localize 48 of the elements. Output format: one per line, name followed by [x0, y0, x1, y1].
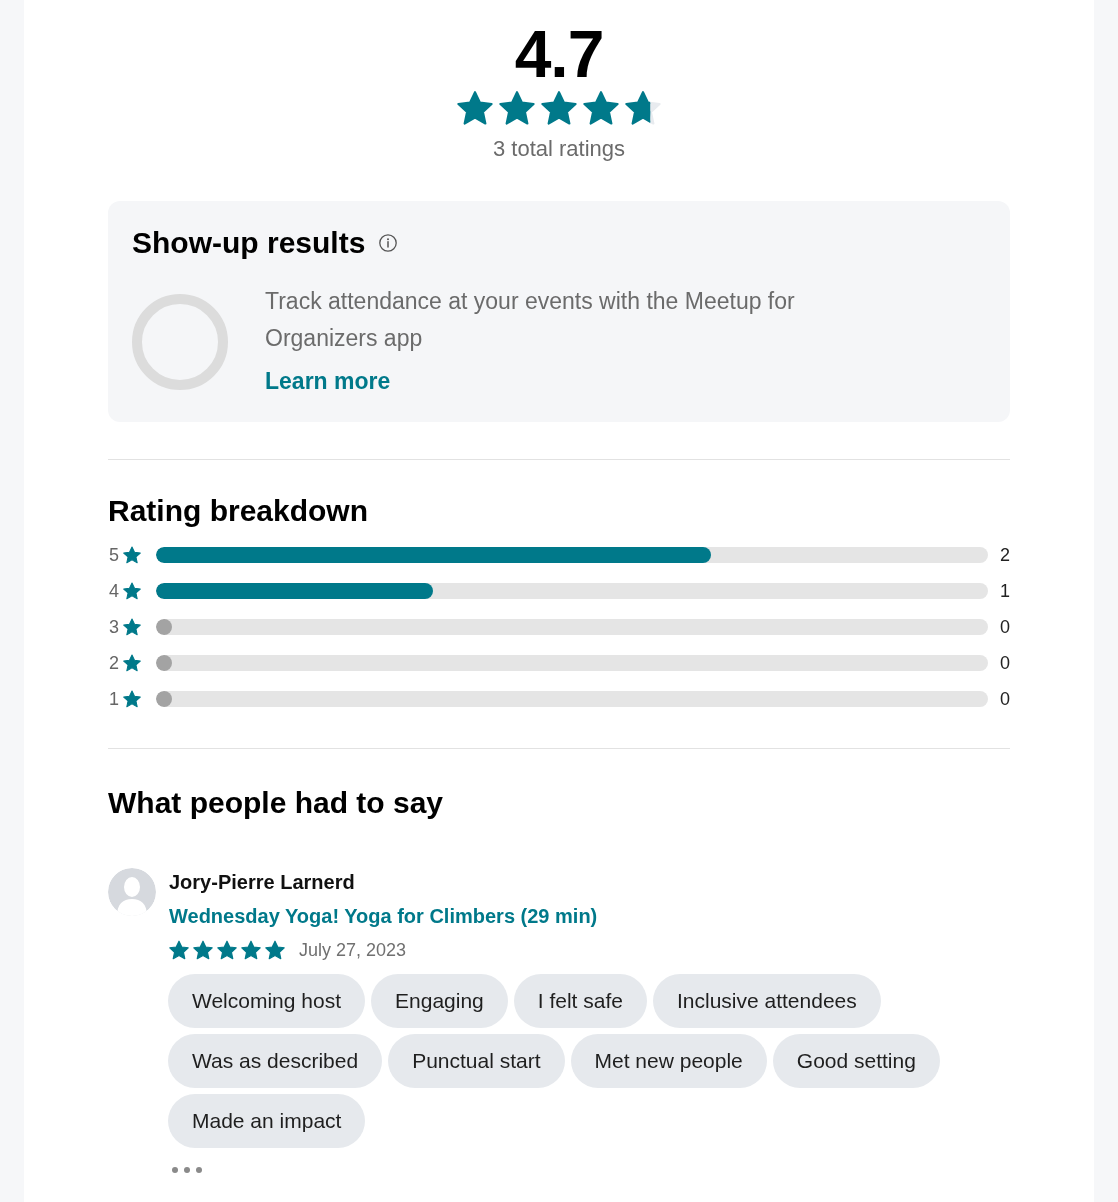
ring-icon [132, 294, 228, 390]
review-date: July 27, 2023 [299, 939, 407, 961]
star-icon [123, 654, 141, 672]
star-level-label: 5 [109, 544, 120, 566]
total-ratings: 3 total ratings [492, 136, 626, 162]
feedback-tag: Engaging [371, 974, 508, 1028]
rating-count: 1 [1000, 580, 1010, 602]
average-rating: 4.7 [514, 21, 604, 87]
more-icon[interactable] [171, 1166, 203, 1174]
star-level-label: 3 [109, 616, 120, 638]
star-icon [541, 90, 577, 126]
avatar-icon [108, 868, 156, 916]
star-icon [241, 940, 261, 960]
info-icon[interactable] [379, 234, 398, 252]
star-level-label: 2 [109, 652, 120, 674]
reviewer-name: Jory-Pierre Larnerd [169, 870, 355, 895]
feedback-tag: Met new people [570, 1034, 767, 1088]
star-icon [457, 90, 493, 126]
feedback-tag: Good setting [772, 1034, 940, 1088]
feedback-tag: Punctual start [388, 1034, 565, 1088]
star-icon [265, 940, 285, 960]
star-icon [583, 90, 619, 126]
rating-count: 0 [1000, 616, 1010, 638]
star-icon [625, 90, 661, 126]
star-level-label: 4 [109, 580, 120, 602]
section-title: What people had to say [108, 786, 445, 820]
rating-count: 0 [1000, 652, 1010, 674]
feedback-tag: Was as described [168, 1034, 383, 1088]
learn-more-link[interactable]: Learn more [265, 366, 391, 396]
star-icon [123, 582, 141, 600]
description-text: Track attendance at your events with the Meetup for Organizers app [265, 287, 796, 353]
feedback-tag: Made an impact [168, 1094, 366, 1148]
feedback-tag: I felt safe [513, 974, 647, 1028]
section-title: Rating breakdown [108, 494, 370, 528]
event-link[interactable]: Wednesday Yoga! Yoga for Climbers (29 min) [169, 899, 598, 933]
star-icon [193, 940, 213, 960]
star-icon [123, 690, 141, 708]
star-icon [217, 940, 237, 960]
star-icon [169, 940, 189, 960]
feedback-tag: Inclusive attendees [653, 974, 881, 1028]
rating-count: 0 [1000, 688, 1010, 710]
star-icon [499, 90, 535, 126]
feedback-tag: Welcoming host [168, 974, 365, 1028]
star-level-label: 1 [109, 688, 120, 710]
rating-count: 2 [1000, 544, 1010, 566]
star-icon [123, 546, 141, 564]
star-icon [123, 618, 141, 636]
card-title: Show-up results [132, 226, 366, 260]
